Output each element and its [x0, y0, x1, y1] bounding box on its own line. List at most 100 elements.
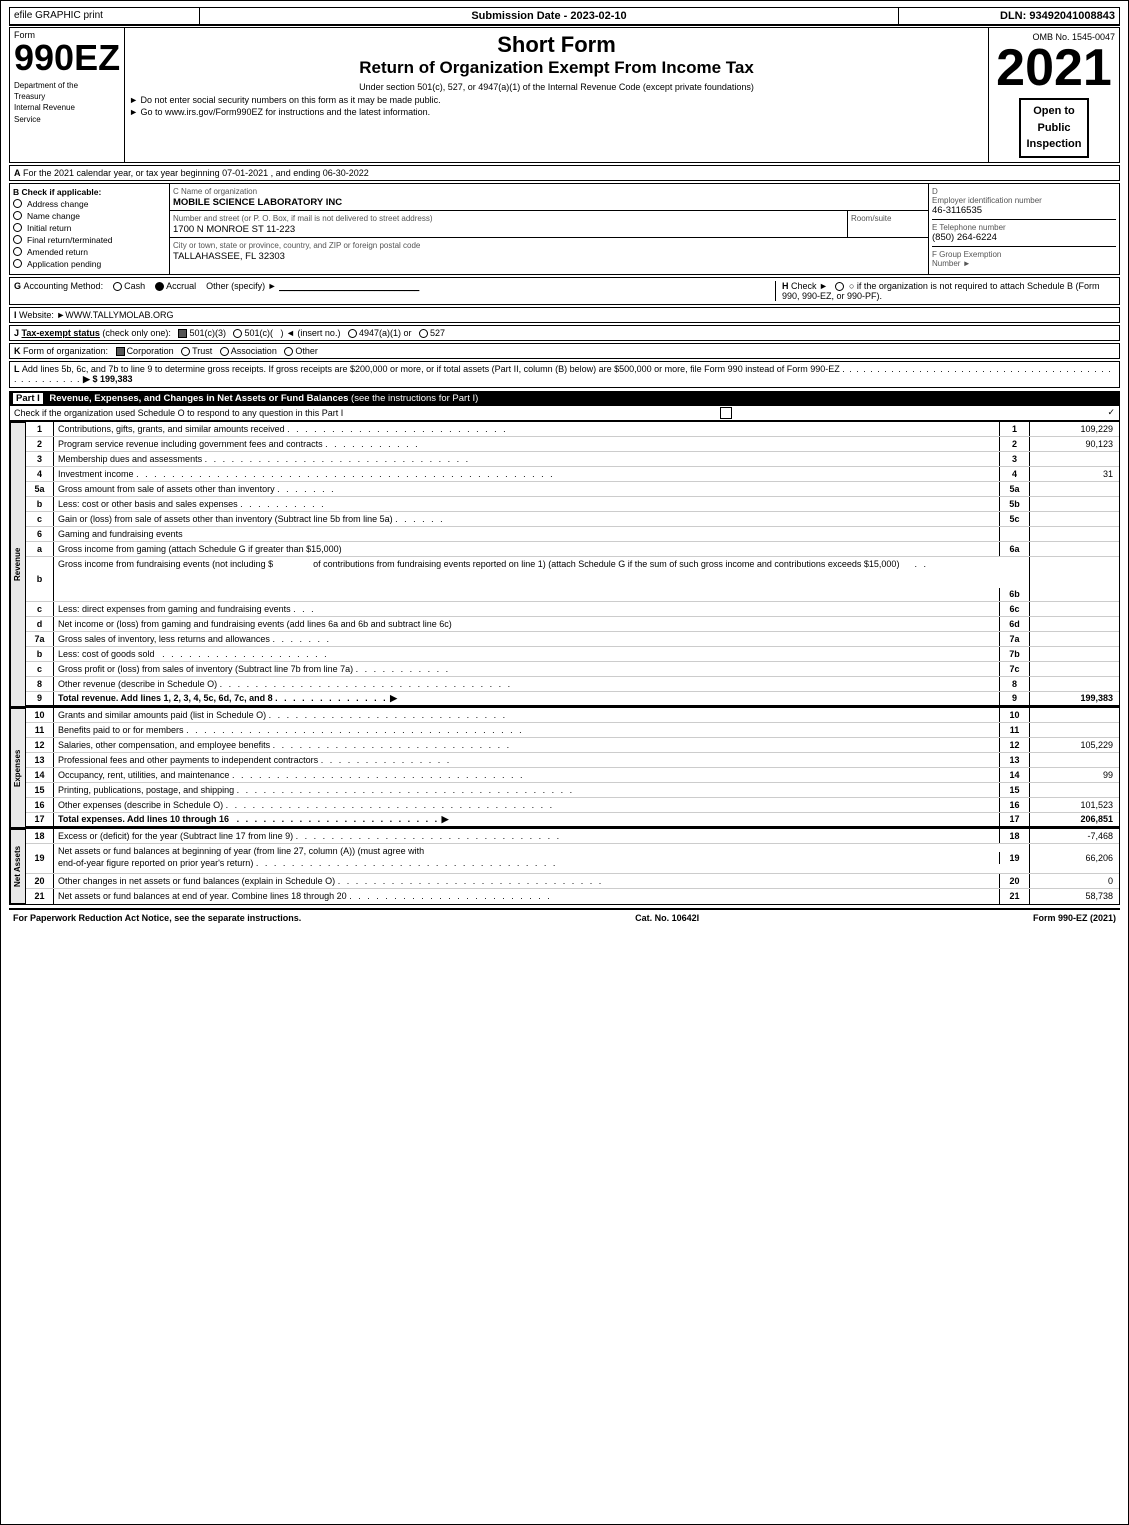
line-9-desc: Total revenue. Add lines 1, 2, 3, 4, 5c,… — [54, 692, 999, 705]
org-city: TALLAHASSEE, FL 32303 — [173, 251, 285, 262]
instruction1: ► Do not enter social security numbers o… — [129, 95, 984, 105]
section-i: I Website: ►WWW.TALLYMOLAB.ORG — [9, 307, 1120, 323]
line-17-amount: 206,851 — [1029, 813, 1119, 826]
line-17-ref: 17 — [999, 813, 1029, 826]
expenses-side-label: Expenses — [10, 708, 26, 828]
line-10-ref: 10 — [999, 708, 1029, 722]
line-16-ref: 16 — [999, 798, 1029, 812]
open-public-box: Open to Public Inspection — [1019, 98, 1088, 158]
line-3-num: 3 — [26, 452, 54, 466]
line-21-desc: Net assets or fund balances at end of ye… — [54, 889, 999, 904]
section-l: L Add lines 5b, 6c, and 7b to line 9 to … — [9, 361, 1120, 388]
line-7b-sub: 7b — [999, 647, 1029, 661]
submission-date: Submission Date - 2023-02-10 — [200, 8, 899, 24]
line-7a-num: 7a — [26, 632, 54, 646]
line-6d-ref: 6d — [999, 617, 1029, 631]
line-15-amount — [1029, 783, 1119, 797]
line-20-ref: 20 — [999, 874, 1029, 888]
line-7a-desc: Gross sales of inventory, less returns a… — [54, 632, 999, 646]
line-20-num: 20 — [26, 874, 54, 888]
line-18-num: 18 — [26, 829, 54, 843]
line-13-ref: 13 — [999, 753, 1029, 767]
line-7b-amount — [1029, 647, 1119, 661]
short-form-title: Short Form — [129, 32, 984, 58]
line-16-desc: Other expenses (describe in Schedule O) … — [54, 798, 999, 812]
section-k: K Form of organization: Corporation Trus… — [9, 343, 1120, 359]
line-21-amount: 58,738 — [1029, 889, 1119, 904]
line-11-desc: Benefits paid to or for members . . . . … — [54, 723, 999, 737]
line-6-amount — [1029, 527, 1119, 541]
line-6-num: 6 — [26, 527, 54, 541]
line-7b-num: b — [26, 647, 54, 661]
line-6d-num: d — [26, 617, 54, 631]
line-12-amount: 105,229 — [1029, 738, 1119, 752]
line-14-amount: 99 — [1029, 768, 1119, 782]
line-18-amount: -7,468 — [1029, 829, 1119, 843]
line-5a-num: 5a — [26, 482, 54, 496]
line-5a-amount — [1029, 482, 1119, 496]
line-6a-sub: 6a — [999, 542, 1029, 556]
line-11-amount — [1029, 723, 1119, 737]
line-4-amount: 31 — [1029, 467, 1119, 481]
line-2-num: 2 — [26, 437, 54, 451]
check-final-return: Final return/terminated — [13, 235, 166, 245]
year-display: 2021 — [996, 42, 1112, 94]
line-16-amount: 101,523 — [1029, 798, 1119, 812]
line-13-num: 13 — [26, 753, 54, 767]
return-title: Return of Organization Exempt From Incom… — [129, 58, 984, 78]
section-j: J Tax-exempt status (check only one): 50… — [9, 325, 1120, 341]
line-6a-amount — [1029, 542, 1119, 556]
dln-number: DLN: 93492041008843 — [899, 8, 1119, 24]
line-8-ref: 8 — [999, 677, 1029, 691]
line-19-amount: 66,206 — [1029, 844, 1119, 873]
line-5c-num: c — [26, 512, 54, 526]
line-3-amount — [1029, 452, 1119, 466]
line-4-num: 4 — [26, 467, 54, 481]
line-9-num: 9 — [26, 692, 54, 705]
line-6b-desc: Gross income from fundraising events (no… — [54, 557, 999, 601]
line-3-ref: 3 — [999, 452, 1029, 466]
efile-label: efile GRAPHIC print — [10, 8, 200, 24]
line-7a-amount — [1029, 632, 1119, 646]
net-assets-side-label: Net Assets — [10, 829, 26, 904]
line-5b-desc: Less: cost or other basis and sales expe… — [54, 497, 999, 511]
line-2-ref: 2 — [999, 437, 1029, 451]
line-12-ref: 12 — [999, 738, 1029, 752]
org-name: MOBILE SCIENCE LABORATORY INC — [173, 197, 342, 208]
line-10-amount — [1029, 708, 1119, 722]
subtitle: Under section 501(c), 527, or 4947(a)(1)… — [129, 82, 984, 92]
line-10-num: 10 — [26, 708, 54, 722]
line-19-num: 19 — [26, 844, 54, 873]
phone-value: (850) 264-6224 — [932, 232, 1116, 243]
line-18-ref: 18 — [999, 829, 1029, 843]
section-d-title: Employer identification number — [932, 196, 1116, 205]
line-5a-desc: Gross amount from sale of assets other t… — [54, 482, 999, 496]
line-4-ref: 4 — [999, 467, 1029, 481]
line-9-ref: 9 — [999, 692, 1029, 705]
line-4-desc: Investment income . . . . . . . . . . . … — [54, 467, 999, 481]
line-20-amount: 0 — [1029, 874, 1119, 888]
line-21-ref: 21 — [999, 889, 1029, 904]
line-1-ref: 1 — [999, 422, 1029, 436]
line-14-ref: 14 — [999, 768, 1029, 782]
line-6b-amount — [1029, 557, 1119, 601]
line-15-ref: 15 — [999, 783, 1029, 797]
line-11-num: 11 — [26, 723, 54, 737]
line-1-amount: 109,229 — [1029, 422, 1119, 436]
form-number: 990EZ — [14, 40, 120, 76]
line-6-desc: Gaming and fundraising events — [54, 527, 999, 541]
line-6d-desc: Net income or (loss) from gaming and fun… — [54, 617, 999, 631]
instruction2: ► Go to www.irs.gov/Form990EZ for instru… — [129, 107, 984, 117]
section-a: A For the 2021 calendar year, or tax yea… — [9, 165, 1120, 181]
part1-check-row: Check if the organization used Schedule … — [9, 406, 1120, 421]
line-2-amount: 90,123 — [1029, 437, 1119, 451]
line-6c-amount — [1029, 602, 1119, 616]
line-17-num: 17 — [26, 813, 54, 826]
line-16-num: 16 — [26, 798, 54, 812]
line-7a-sub: 7a — [999, 632, 1029, 646]
line-14-desc: Occupancy, rent, utilities, and maintena… — [54, 768, 999, 782]
org-address: 1700 N MONROE ST 11-223 — [173, 224, 295, 235]
line-5a-sub: 5a — [999, 482, 1029, 496]
line-6c-desc: Less: direct expenses from gaming and fu… — [54, 602, 999, 616]
line-15-desc: Printing, publications, postage, and shi… — [54, 783, 999, 797]
